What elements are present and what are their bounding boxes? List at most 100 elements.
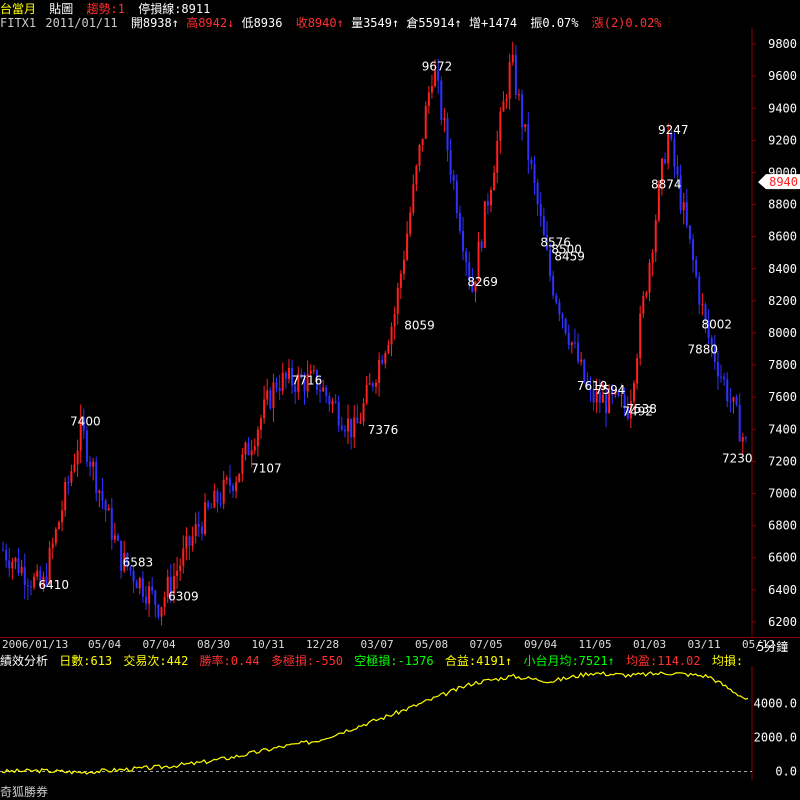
candle-body <box>247 442 250 456</box>
candle-body <box>67 481 70 483</box>
perf-days: 日數:613 <box>59 654 113 666</box>
quote-bar: FITX1 2011/01/11 開8938↑ 高8942↓ 低8936 收89… <box>0 14 800 30</box>
candle-body <box>664 158 667 164</box>
candle-body <box>673 138 676 167</box>
price-annotation: 6309 <box>168 589 199 603</box>
candle-body <box>542 216 545 236</box>
candle-body <box>238 473 241 482</box>
candle-body <box>216 490 219 504</box>
candle-body <box>427 92 430 106</box>
candle-body <box>135 581 138 589</box>
candle-body <box>225 477 228 480</box>
price-annotation: 7619 <box>577 379 608 393</box>
candle-body <box>505 98 508 102</box>
date-tick-label: 07/04 <box>142 638 176 651</box>
equity-curve <box>1 671 749 775</box>
candle-body <box>682 202 685 211</box>
candle-body <box>61 510 64 523</box>
candle-body <box>334 401 337 403</box>
candle-body <box>319 390 322 392</box>
candle-body <box>440 80 443 120</box>
candle-body <box>54 529 57 544</box>
candle-body <box>8 560 11 569</box>
candle-body <box>200 526 203 534</box>
candle-body <box>365 384 368 404</box>
candle-body <box>157 604 160 617</box>
candle-body <box>179 565 182 571</box>
candle-body <box>449 150 452 176</box>
date-tick-label: 12/28 <box>306 638 340 651</box>
candle-body <box>284 372 287 379</box>
candle-body <box>561 314 564 319</box>
candle-body <box>256 429 259 447</box>
price-tick-label: 8000 <box>768 326 797 340</box>
date-tick-label: 2006/01/13 <box>2 638 69 651</box>
price-annotation: 8459 <box>554 249 585 263</box>
candle-body <box>396 287 399 314</box>
candle-body <box>412 184 415 213</box>
price-chart[interactable]: 9800960094009200900088008600840082008000… <box>0 28 800 638</box>
candle-body <box>110 508 113 540</box>
price-tick-label: 8200 <box>768 294 797 308</box>
candle-body <box>692 239 695 261</box>
price-tick-label: 7000 <box>768 487 797 501</box>
candle-body <box>92 461 95 467</box>
candle-body <box>415 165 418 185</box>
candle-body <box>207 502 210 508</box>
candle-body <box>744 437 747 439</box>
candle-body <box>17 557 20 574</box>
candle-body <box>328 395 331 405</box>
candle-body <box>738 404 741 442</box>
candle-body <box>698 276 701 305</box>
date-tick-label: 09/04 <box>524 638 558 651</box>
candle-body <box>228 477 231 486</box>
title-bar: 台當月 貼圖 趨勢:1 停損線:8911 <box>0 0 800 16</box>
candle-body <box>222 479 225 504</box>
candle-body <box>14 557 17 562</box>
price-tick-label: 6200 <box>768 615 797 629</box>
candle-body <box>486 201 489 206</box>
candle-body <box>443 118 446 120</box>
price-tick-label: 6400 <box>768 583 797 597</box>
price-annotation: 9672 <box>422 60 453 74</box>
candle-body <box>371 383 374 387</box>
current-price-pointer <box>758 174 766 190</box>
candles <box>2 41 747 626</box>
candle-body <box>648 262 651 293</box>
candle-body <box>729 401 732 403</box>
candle-body <box>421 138 424 146</box>
candle-body <box>716 362 719 377</box>
candle-body <box>511 54 514 63</box>
candle-body <box>85 430 88 462</box>
perf-avg-profit: 均盈:114.02 <box>626 654 701 666</box>
perf-win-rate: 勝率:0.44 <box>199 654 260 666</box>
candle-body <box>685 202 688 226</box>
price-annotation: 8874 <box>651 178 682 192</box>
candle-body <box>567 333 570 345</box>
candle-body <box>113 535 116 540</box>
candle-body <box>98 490 101 493</box>
candle-body <box>406 233 409 260</box>
candle-body <box>508 62 511 99</box>
candle-body <box>272 382 275 409</box>
candle-body <box>197 524 200 527</box>
candle-body <box>720 376 723 378</box>
candle-body <box>26 585 29 587</box>
brand-footer: 奇狐勝券 <box>0 785 49 799</box>
candle-body <box>430 86 433 93</box>
price-annotation: 6410 <box>39 578 70 592</box>
candle-body <box>337 402 340 426</box>
candle-body <box>384 352 387 364</box>
candle-body <box>176 570 179 577</box>
candle-body <box>266 390 269 400</box>
candle-body <box>241 454 244 474</box>
equity-chart[interactable]: 4000.0 2000.0 0.0 <box>0 666 800 780</box>
candle-body <box>527 124 530 160</box>
timeframe-selector[interactable]: 5分鐘 <box>757 638 788 655</box>
candle-body <box>570 342 573 345</box>
candle-body <box>185 536 188 549</box>
candle-body <box>188 536 191 546</box>
candle-body <box>555 295 558 303</box>
price-labels: 7400641065836309737696728269850080598874… <box>39 60 753 604</box>
candle-body <box>362 403 365 422</box>
